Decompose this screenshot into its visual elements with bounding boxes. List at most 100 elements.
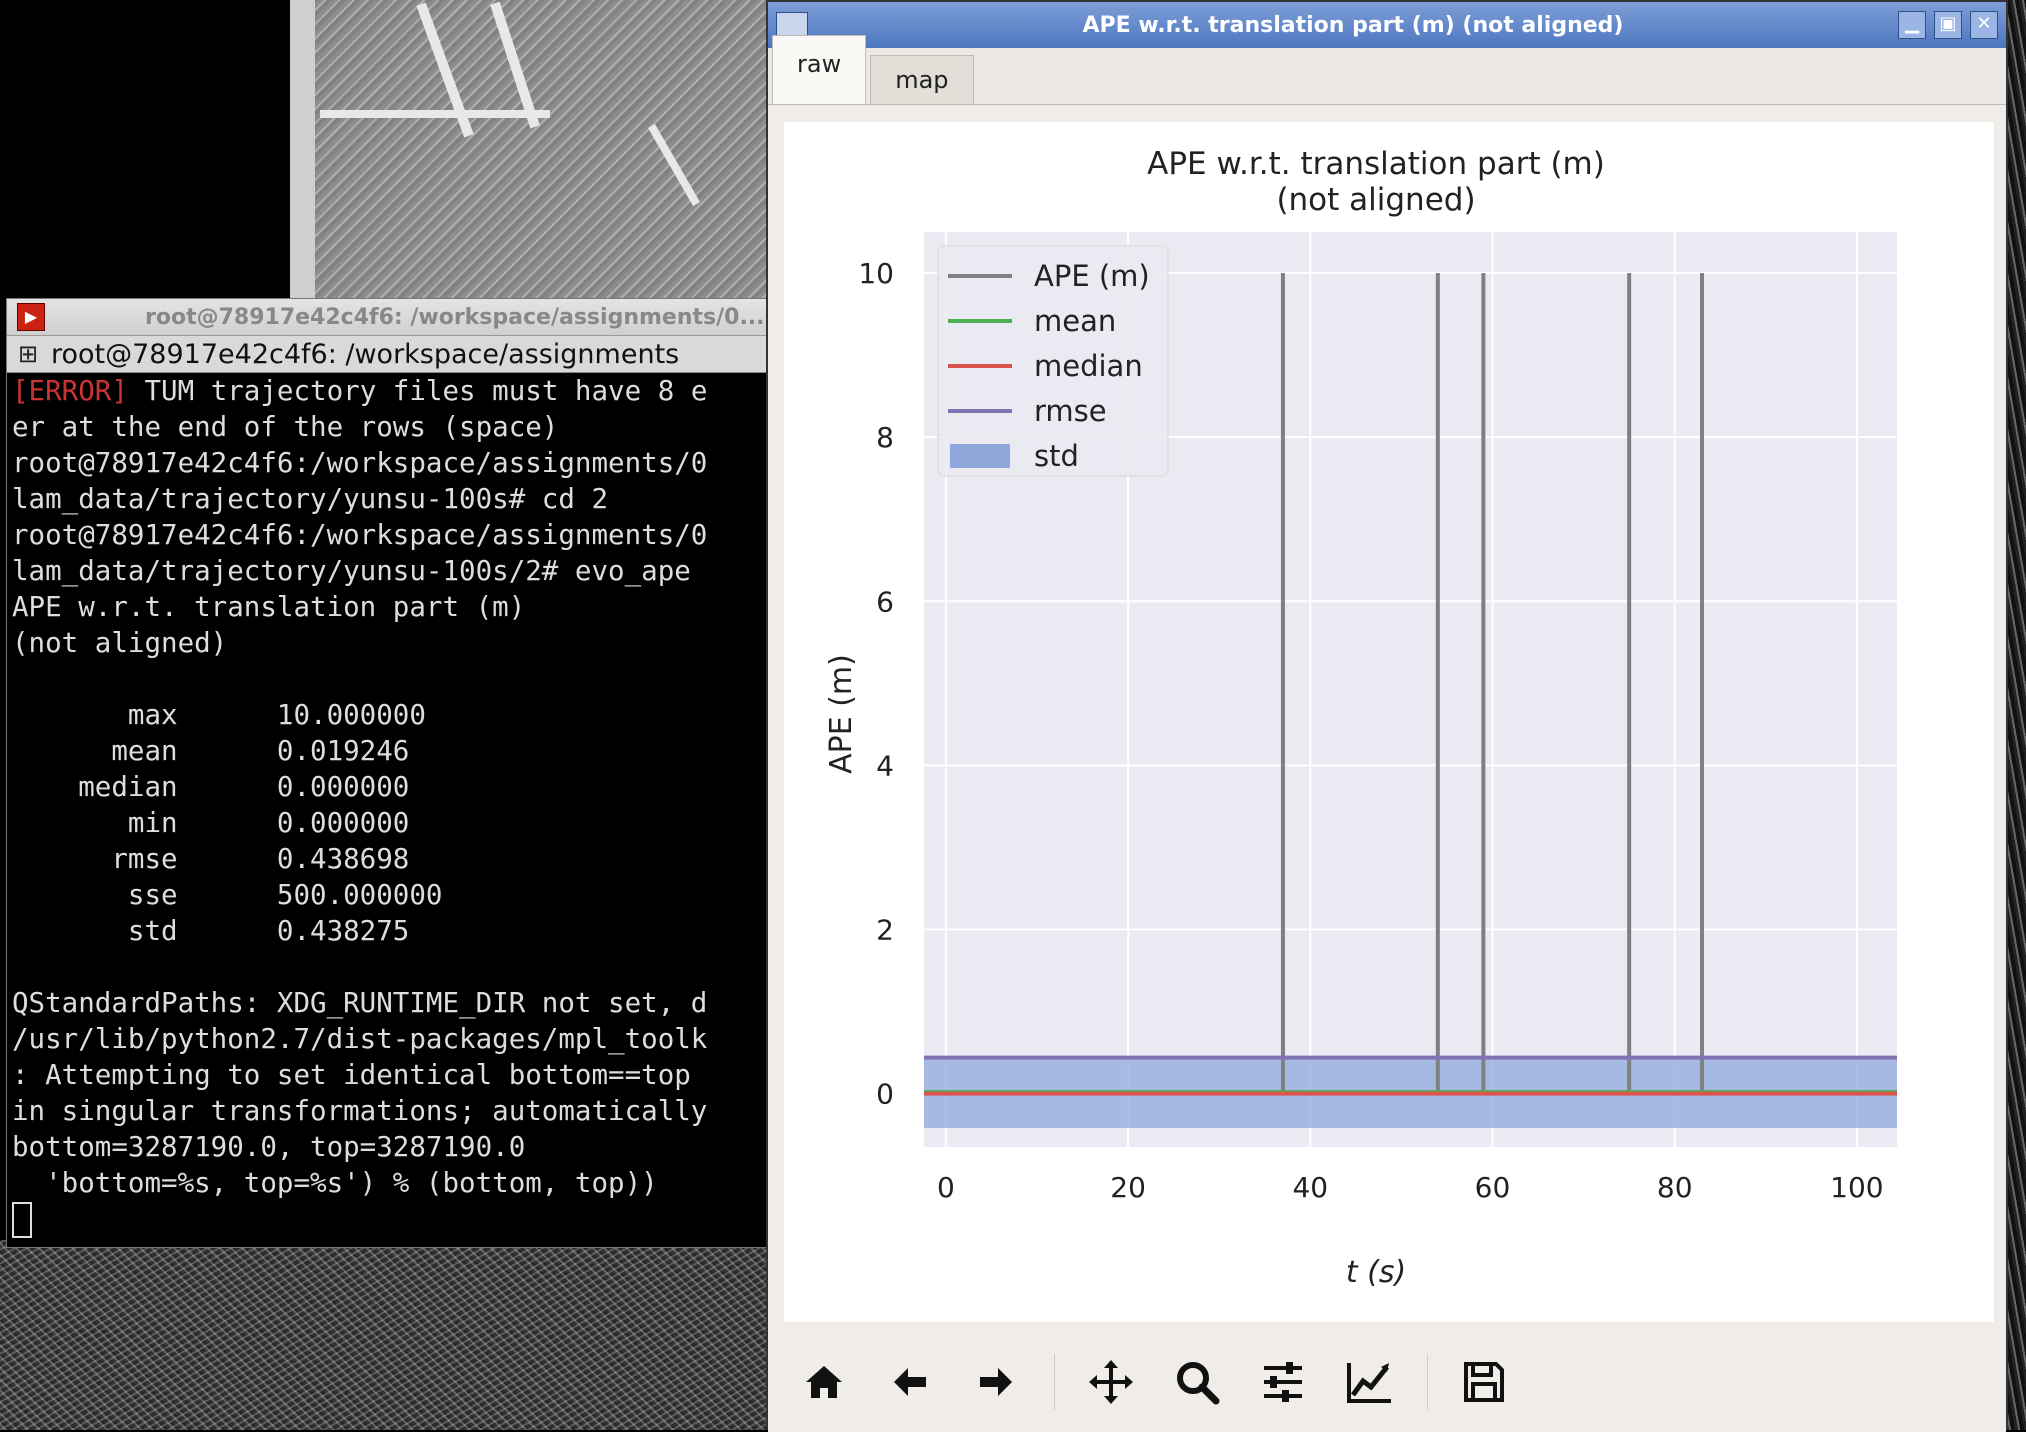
terminal-title: root@78917e42c4f6: /workspace/assignment… bbox=[145, 304, 765, 330]
zoom-icon bbox=[1177, 1362, 1220, 1405]
terminal-line-text bbox=[12, 951, 29, 983]
error-tag: [ERROR] bbox=[12, 375, 128, 407]
terminal-line-text: mean 0.019246 bbox=[12, 735, 410, 767]
y-tick-label: 2 bbox=[876, 914, 894, 947]
toolbar-separator bbox=[1427, 1354, 1428, 1410]
terminal-line: [ERROR] TUM trajectory files must have 8… bbox=[12, 373, 767, 409]
toolbar-separator bbox=[1054, 1354, 1055, 1410]
configure-subplots-icon bbox=[1264, 1362, 1302, 1402]
terminal-prompt-line bbox=[12, 1201, 767, 1238]
terminal-line: mean 0.019246 bbox=[12, 733, 767, 769]
chart-subtitle: (not aligned) bbox=[1276, 182, 1475, 218]
back-button[interactable] bbox=[880, 1352, 940, 1412]
terminal-line-text: root@78917e42c4f6:/workspace/assignments… bbox=[12, 519, 708, 551]
minimize-icon[interactable]: ▁ bbox=[1898, 11, 1926, 39]
home-icon bbox=[806, 1366, 842, 1398]
terminal-line-text: in singular transformations; automatical… bbox=[12, 1095, 708, 1127]
background-noise bbox=[0, 1240, 770, 1430]
terminal-line-text: 'bottom=%s, top=%s') % (bottom, top)) bbox=[12, 1167, 658, 1199]
edit-axis-icon bbox=[1347, 1363, 1391, 1403]
terminal-window[interactable]: ▶ root@78917e42c4f6: /workspace/assignme… bbox=[6, 298, 768, 1248]
home-button[interactable] bbox=[794, 1352, 854, 1412]
background-strip bbox=[290, 0, 315, 300]
close-icon[interactable]: ✕ bbox=[1970, 11, 1998, 39]
terminal-line: lam_data/trajectory/yunsu-100s/2# evo_ap… bbox=[12, 553, 767, 589]
chart-title: APE w.r.t. translation part (m) bbox=[1147, 146, 1605, 182]
terminal-output[interactable]: [ERROR] TUM trajectory files must have 8… bbox=[7, 373, 767, 1238]
tab-map[interactable]: map bbox=[870, 55, 974, 104]
terminal-line-text: root@78917e42c4f6:/workspace/assignments… bbox=[12, 447, 708, 479]
legend-label: median bbox=[1034, 349, 1143, 383]
terminal-line-text: median 0.000000 bbox=[12, 771, 410, 803]
terminal-line: root@78917e42c4f6:/workspace/assignments… bbox=[12, 517, 767, 553]
background-image bbox=[290, 0, 770, 300]
zoom-button[interactable] bbox=[1167, 1352, 1227, 1412]
terminal-line: APE w.r.t. translation part (m) bbox=[12, 589, 767, 625]
legend-label: rmse bbox=[1034, 394, 1107, 428]
terminal-tab-icon: ⊞ bbox=[17, 340, 39, 368]
maximize-icon[interactable]: ▣ bbox=[1934, 11, 1962, 39]
terminal-line-text: lam_data/trajectory/yunsu-100s/2# evo_ap… bbox=[12, 555, 708, 587]
terminal-line: (not aligned) bbox=[12, 625, 767, 661]
back-icon bbox=[894, 1368, 926, 1396]
background-noise-right bbox=[2006, 0, 2026, 1430]
terminal-line: sse 500.000000 bbox=[12, 877, 767, 913]
forward-icon bbox=[980, 1368, 1012, 1396]
terminal-line: /usr/lib/python2.7/dist-packages/mpl_too… bbox=[12, 1021, 767, 1057]
legend-label: std bbox=[1034, 439, 1079, 473]
terminal-tab-title: root@78917e42c4f6: /workspace/assignment… bbox=[51, 338, 680, 370]
terminal-line: std 0.438275 bbox=[12, 913, 767, 949]
y-tick-label: 8 bbox=[876, 421, 894, 454]
save-icon bbox=[1464, 1362, 1504, 1402]
terminal-line-text: lam_data/trajectory/yunsu-100s# cd 2 bbox=[12, 483, 609, 515]
terminal-line: lam_data/trajectory/yunsu-100s# cd 2 bbox=[12, 481, 767, 517]
forward-button[interactable] bbox=[966, 1352, 1026, 1412]
terminal-line-text: /usr/lib/python2.7/dist-packages/mpl_too… bbox=[12, 1023, 708, 1055]
y-axis-label: APE (m) bbox=[824, 654, 859, 774]
configure-subplots-button[interactable] bbox=[1253, 1352, 1313, 1412]
terminal-line: : Attempting to set identical bottom==to… bbox=[12, 1057, 767, 1093]
plot-window[interactable]: APE w.r.t. translation part (m) (not ali… bbox=[766, 0, 2008, 1432]
terminal-line-text: max 10.000000 bbox=[12, 699, 426, 731]
terminal-titlebar[interactable]: ▶ root@78917e42c4f6: /workspace/assignme… bbox=[7, 299, 767, 336]
y-tick-label: 4 bbox=[876, 749, 894, 782]
terminal-line bbox=[12, 661, 767, 697]
terminal-cursor[interactable] bbox=[12, 1202, 32, 1238]
terminal-line-text: er at the end of the rows (space) bbox=[12, 411, 559, 443]
plot-window-titlebar[interactable]: APE w.r.t. translation part (m) (not ali… bbox=[768, 2, 2006, 48]
save-button[interactable] bbox=[1454, 1352, 1514, 1412]
x-tick-label: 0 bbox=[937, 1171, 955, 1204]
terminal-line-text: APE w.r.t. translation part (m) bbox=[12, 591, 526, 623]
terminal-line-text: TUM trajectory files must have 8 e bbox=[127, 375, 708, 407]
terminal-line: in singular transformations; automatical… bbox=[12, 1093, 767, 1129]
x-axis-label: t (s) bbox=[1346, 1255, 1406, 1290]
terminal-app-icon[interactable]: ▶ bbox=[17, 303, 45, 331]
legend-swatch bbox=[950, 444, 1010, 468]
plot-window-title: APE w.r.t. translation part (m) (not ali… bbox=[1082, 12, 1624, 38]
terminal-line: rmse 0.438698 bbox=[12, 841, 767, 877]
terminal-line: 'bottom=%s, top=%s') % (bottom, top)) bbox=[12, 1165, 767, 1201]
terminal-tab[interactable]: ⊞ root@78917e42c4f6: /workspace/assignme… bbox=[7, 336, 767, 373]
terminal-line-text: (not aligned) bbox=[12, 627, 228, 659]
terminal-line-text bbox=[12, 663, 29, 695]
matplotlib-toolbar bbox=[768, 1332, 2006, 1432]
x-tick-label: 20 bbox=[1110, 1171, 1146, 1204]
y-tick-label: 10 bbox=[858, 257, 894, 290]
terminal-line-text: sse 500.000000 bbox=[12, 879, 443, 911]
plot-figure: APE w.r.t. translation part (m) (not ali… bbox=[784, 122, 1994, 1322]
legend-label: mean bbox=[1034, 304, 1116, 338]
terminal-line: min 0.000000 bbox=[12, 805, 767, 841]
ape-chart[interactable]: APE w.r.t. translation part (m) (not ali… bbox=[784, 122, 1994, 1322]
terminal-line-text: bottom=3287190.0, top=3287190.0 bbox=[12, 1131, 526, 1163]
tab-raw[interactable]: raw bbox=[772, 35, 867, 104]
pan-icon bbox=[1089, 1360, 1133, 1404]
terminal-line bbox=[12, 949, 767, 985]
pan-button[interactable] bbox=[1081, 1352, 1141, 1412]
terminal-line: bottom=3287190.0, top=3287190.0 bbox=[12, 1129, 767, 1165]
edit-axis-button[interactable] bbox=[1339, 1352, 1399, 1412]
terminal-line-text: : Attempting to set identical bottom==to… bbox=[12, 1059, 708, 1091]
terminal-line: er at the end of the rows (space) bbox=[12, 409, 767, 445]
y-tick-label: 0 bbox=[876, 1078, 894, 1111]
x-tick-label: 80 bbox=[1657, 1171, 1693, 1204]
terminal-line-text: rmse 0.438698 bbox=[12, 843, 410, 875]
